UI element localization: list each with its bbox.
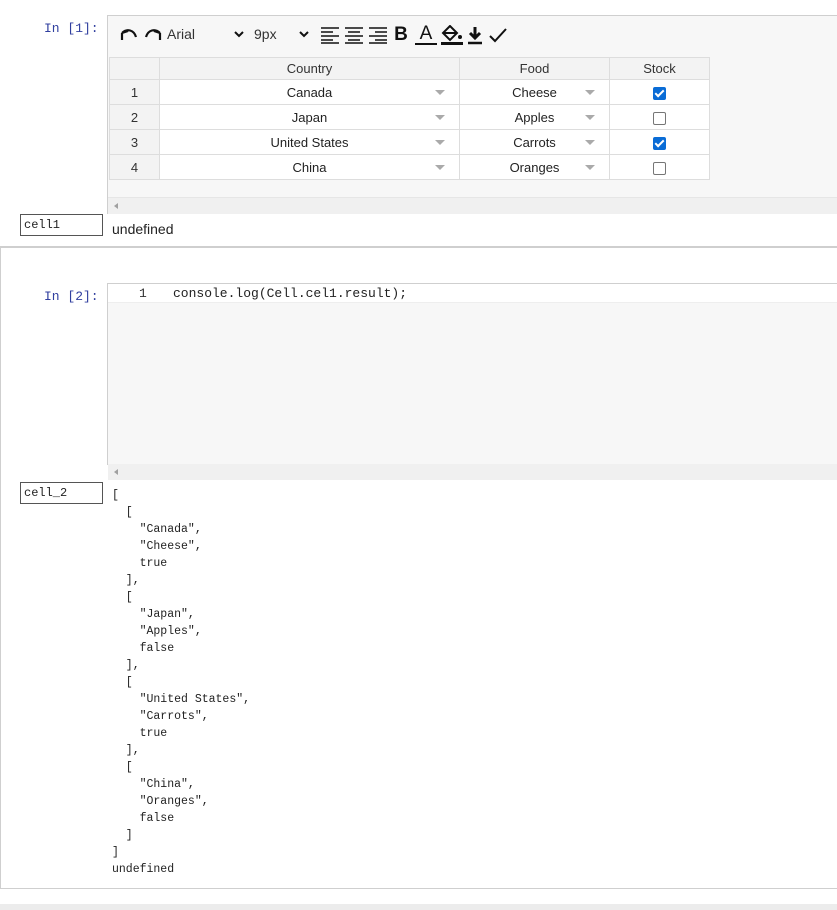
food-dropdown-cell[interactable]: Oranges — [459, 154, 610, 180]
spreadsheet-widget: Arial 9px B A Country Food Stock 1 Canad… — [107, 15, 837, 214]
table-row: 1 Canada Cheese — [109, 79, 710, 105]
row-number[interactable]: 3 — [109, 129, 160, 155]
text-color-swatch — [415, 43, 437, 45]
food-dropdown-cell[interactable]: Apples — [459, 104, 610, 130]
code-line[interactable]: 1 console.log(Cell.cel1.result); — [108, 284, 837, 303]
stock-checkbox-cell — [609, 104, 710, 130]
table-row: 2 Japan Apples — [109, 104, 710, 130]
food-value: Oranges — [509, 159, 560, 175]
scroll-left-icon[interactable] — [114, 203, 118, 209]
row-number[interactable]: 2 — [109, 104, 160, 130]
stock-checkbox[interactable] — [653, 86, 666, 100]
fill-color-icon[interactable] — [440, 25, 464, 45]
notebook-cell-1: In [1]: Arial 9px B A Country Food Stock… — [0, 0, 837, 248]
table-row: 3 United States Carrots — [109, 129, 710, 155]
column-header[interactable]: Country — [159, 57, 460, 80]
cell-output: undefined — [112, 221, 174, 237]
download-icon[interactable] — [465, 25, 485, 45]
stock-checkbox[interactable] — [653, 111, 666, 125]
dropdown-arrow-icon — [435, 115, 445, 120]
country-dropdown-cell[interactable]: Canada — [159, 79, 460, 105]
dropdown-arrow-icon — [435, 165, 445, 170]
cell-prompt: In [1]: — [44, 21, 99, 36]
align-center-icon[interactable] — [343, 25, 365, 45]
dropdown-arrow-icon — [585, 165, 595, 170]
food-value: Carrots — [513, 134, 556, 150]
country-value: Canada — [286, 84, 333, 100]
column-header[interactable]: Stock — [609, 57, 710, 80]
column-header[interactable]: Food — [459, 57, 610, 80]
bottom-separator — [0, 904, 837, 910]
horizontal-scrollbar[interactable] — [108, 464, 837, 480]
fill-color-swatch — [441, 42, 463, 45]
food-value: Cheese — [512, 84, 557, 100]
stock-checkbox[interactable] — [653, 161, 666, 175]
undo-icon[interactable] — [118, 25, 140, 45]
dropdown-arrow-icon — [585, 115, 595, 120]
food-value: Apples — [514, 109, 555, 125]
food-dropdown-cell[interactable]: Cheese — [459, 79, 610, 105]
font-family-value: Arial — [167, 26, 196, 42]
dropdown-arrow-icon — [585, 90, 595, 95]
font-size-select[interactable]: 9px — [254, 24, 310, 44]
align-right-icon[interactable] — [367, 25, 389, 45]
bold-button[interactable]: B — [392, 24, 410, 45]
text-color-icon: A — [419, 23, 433, 44]
spreadsheet-toolbar: Arial 9px B A — [108, 16, 837, 53]
line-number: 1 — [139, 286, 147, 301]
row-number[interactable]: 4 — [109, 154, 160, 180]
align-left-icon[interactable] — [319, 25, 341, 45]
font-size-value: 9px — [254, 26, 277, 42]
country-value: Japan — [291, 109, 328, 125]
redo-icon[interactable] — [142, 25, 164, 45]
cell-name-input[interactable]: cell1 — [20, 214, 103, 236]
cell-name-input[interactable]: cell_2 — [20, 482, 103, 504]
chevron-down-icon — [233, 27, 245, 43]
stock-checkbox-cell — [609, 154, 710, 180]
dropdown-arrow-icon — [435, 140, 445, 145]
row-number[interactable]: 1 — [109, 79, 160, 105]
stock-checkbox-cell — [609, 79, 710, 105]
country-dropdown-cell[interactable]: China — [159, 154, 460, 180]
stock-checkbox[interactable] — [653, 136, 666, 150]
data-table: Country Food Stock 1 Canada Cheese 2 Jap… — [109, 57, 710, 180]
country-value: China — [292, 159, 327, 175]
scroll-left-icon[interactable] — [114, 469, 118, 475]
country-dropdown-cell[interactable]: United States — [159, 129, 460, 155]
dropdown-arrow-icon — [435, 90, 445, 95]
text-color-button[interactable]: A — [414, 23, 438, 45]
stock-checkbox-cell — [609, 129, 710, 155]
country-dropdown-cell[interactable]: Japan — [159, 104, 460, 130]
check-icon[interactable] — [488, 25, 508, 45]
horizontal-scrollbar[interactable] — [108, 197, 837, 214]
corner-cell — [109, 57, 160, 80]
code-editor[interactable]: 1 console.log(Cell.cel1.result); — [107, 283, 837, 480]
country-value: United States — [270, 134, 349, 150]
dropdown-arrow-icon — [585, 140, 595, 145]
font-family-select[interactable]: Arial — [167, 24, 245, 44]
table-row: 4 China Oranges — [109, 154, 710, 180]
chevron-down-icon — [298, 27, 310, 43]
code-text[interactable]: console.log(Cell.cel1.result); — [173, 286, 407, 301]
food-dropdown-cell[interactable]: Carrots — [459, 129, 610, 155]
table-header-row: Country Food Stock — [109, 57, 710, 80]
